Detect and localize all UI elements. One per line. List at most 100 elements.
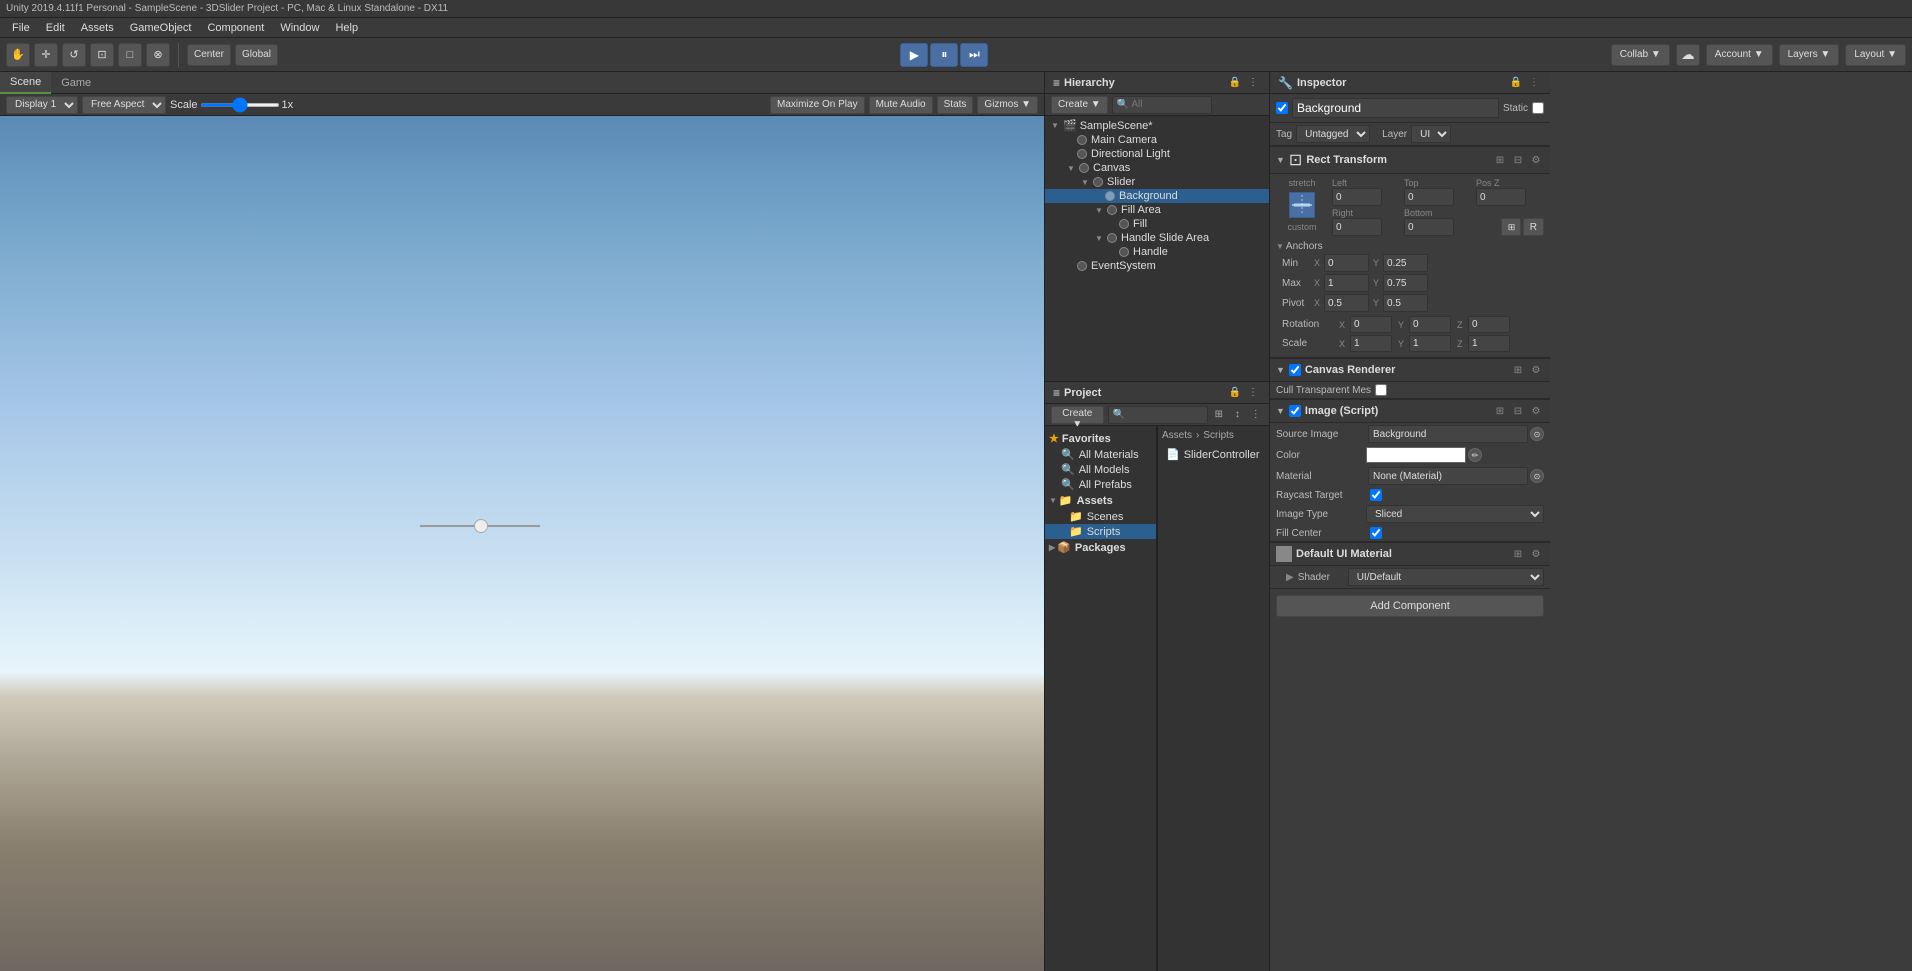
rot-z-input[interactable] bbox=[1468, 316, 1510, 333]
object-active-checkbox[interactable] bbox=[1276, 102, 1288, 114]
mat-copy[interactable]: ⊞ bbox=[1510, 546, 1526, 562]
tool-transform[interactable]: ⊗ bbox=[146, 43, 170, 67]
project-lock[interactable]: 🔒 bbox=[1227, 385, 1243, 401]
min-x-input[interactable] bbox=[1324, 254, 1369, 272]
image-script-active[interactable] bbox=[1289, 405, 1301, 417]
hierarchy-item-background[interactable]: Background bbox=[1045, 189, 1269, 203]
inspector-lock[interactable]: 🔒 bbox=[1508, 75, 1524, 91]
img-copy[interactable]: ⊞ bbox=[1492, 403, 1508, 419]
project-slider-controller[interactable]: 📄 SliderController bbox=[1162, 447, 1265, 462]
display-select[interactable]: Display 1 bbox=[6, 96, 78, 114]
menu-help[interactable]: Help bbox=[327, 18, 366, 38]
project-all-materials[interactable]: 🔍 All Materials bbox=[1045, 447, 1156, 462]
img-paste[interactable]: ⊟ bbox=[1510, 403, 1526, 419]
img-more[interactable]: ⚙ bbox=[1528, 403, 1544, 419]
layer-dropdown[interactable]: UI bbox=[1411, 125, 1451, 143]
pivot-y-input[interactable] bbox=[1383, 294, 1428, 312]
right-input[interactable] bbox=[1332, 218, 1382, 236]
project-sort[interactable]: ↕ bbox=[1230, 407, 1244, 423]
step-button[interactable]: ⏭ bbox=[960, 43, 988, 67]
gizmos-dropdown[interactable]: Gizmos ▼ bbox=[977, 96, 1038, 114]
scene-viewport[interactable] bbox=[0, 116, 1044, 971]
tab-game[interactable]: Game bbox=[51, 72, 101, 94]
cr-more[interactable]: ⚙ bbox=[1528, 362, 1544, 378]
hierarchy-search[interactable] bbox=[1112, 96, 1212, 114]
color-picker[interactable] bbox=[1366, 447, 1466, 463]
rt-copy[interactable]: ⊞ bbox=[1492, 152, 1508, 168]
top-input[interactable] bbox=[1404, 188, 1454, 206]
project-more2[interactable]: ⋮ bbox=[1249, 407, 1263, 423]
project-scripts[interactable]: 📁 Scripts bbox=[1045, 524, 1156, 539]
max-y-input[interactable] bbox=[1383, 274, 1428, 292]
add-component-button[interactable]: Add Component bbox=[1276, 595, 1544, 617]
menu-assets[interactable]: Assets bbox=[73, 18, 122, 38]
rot-x-input[interactable] bbox=[1350, 316, 1392, 333]
hierarchy-item-maincamera[interactable]: Main Camera bbox=[1045, 133, 1269, 147]
menu-gameobject[interactable]: GameObject bbox=[122, 18, 200, 38]
project-more[interactable]: ⋮ bbox=[1245, 385, 1261, 401]
r-button[interactable]: R bbox=[1523, 218, 1544, 236]
image-type-dropdown[interactable]: Sliced bbox=[1366, 505, 1544, 523]
project-all-models[interactable]: 🔍 All Models bbox=[1045, 462, 1156, 477]
hierarchy-more[interactable]: ⋮ bbox=[1245, 75, 1261, 91]
canvas-renderer-header[interactable]: ▼ Canvas Renderer ⊞ ⚙ bbox=[1270, 358, 1550, 382]
tag-dropdown[interactable]: Untagged bbox=[1296, 125, 1370, 143]
hierarchy-create[interactable]: Create ▼ bbox=[1051, 96, 1108, 114]
bottom-input[interactable] bbox=[1404, 218, 1454, 236]
object-name-input[interactable] bbox=[1292, 98, 1499, 118]
source-image-input[interactable] bbox=[1368, 425, 1528, 443]
hierarchy-scene[interactable]: ▼ 🎬 SampleScene* bbox=[1045, 118, 1269, 133]
scale-y-input[interactable] bbox=[1409, 335, 1451, 352]
hierarchy-item-slider[interactable]: ▼ Slider bbox=[1045, 175, 1269, 189]
hierarchy-item-fill[interactable]: Fill bbox=[1045, 217, 1269, 231]
layout-dropdown[interactable]: Layout ▼ bbox=[1845, 44, 1906, 66]
hierarchy-lock[interactable]: 🔒 bbox=[1227, 75, 1243, 91]
left-input[interactable] bbox=[1332, 188, 1382, 206]
cloud-button[interactable]: ☁ bbox=[1676, 44, 1700, 66]
fill-center-checkbox[interactable] bbox=[1370, 527, 1382, 539]
collab-button[interactable]: Collab ▼ bbox=[1611, 44, 1670, 66]
max-x-input[interactable] bbox=[1324, 274, 1369, 292]
scale-z-input[interactable] bbox=[1468, 335, 1510, 352]
menu-edit[interactable]: Edit bbox=[38, 18, 73, 38]
tool-move[interactable]: ✛ bbox=[34, 43, 58, 67]
pause-button[interactable]: ⏸ bbox=[930, 43, 958, 67]
tool-rotate[interactable]: ↺ bbox=[62, 43, 86, 67]
layers-dropdown[interactable]: Layers ▼ bbox=[1779, 44, 1840, 66]
slider-handle[interactable] bbox=[474, 519, 488, 533]
favorites-header[interactable]: ★ Favorites bbox=[1045, 430, 1156, 447]
project-create[interactable]: Create ▼ bbox=[1051, 406, 1104, 424]
rt-paste[interactable]: ⊟ bbox=[1510, 152, 1526, 168]
pivot-x-input[interactable] bbox=[1324, 294, 1369, 312]
anchor-icon[interactable] bbox=[1289, 192, 1315, 218]
scale-x-input[interactable] bbox=[1350, 335, 1392, 352]
account-dropdown[interactable]: Account ▼ bbox=[1706, 44, 1773, 66]
packages-header[interactable]: ▶ 📦 Packages bbox=[1045, 539, 1156, 556]
project-search[interactable] bbox=[1108, 406, 1208, 424]
hierarchy-item-canvas[interactable]: ▼ Canvas bbox=[1045, 161, 1269, 175]
mute-audio[interactable]: Mute Audio bbox=[869, 96, 933, 114]
menu-window[interactable]: Window bbox=[272, 18, 327, 38]
anchors-header[interactable]: ▼ Anchors bbox=[1276, 240, 1544, 253]
inspector-more[interactable]: ⋮ bbox=[1526, 75, 1542, 91]
hierarchy-item-handleslidearea[interactable]: ▼ Handle Slide Area bbox=[1045, 231, 1269, 245]
project-scenes[interactable]: 📁 Scenes bbox=[1045, 509, 1156, 524]
raycast-checkbox[interactable] bbox=[1370, 489, 1382, 501]
aspect-select[interactable]: Free Aspect bbox=[82, 96, 166, 114]
static-checkbox[interactable] bbox=[1532, 102, 1544, 114]
min-y-input[interactable] bbox=[1383, 254, 1428, 272]
default-material-header[interactable]: Default UI Material ⊞ ⚙ bbox=[1270, 542, 1550, 566]
stats-button[interactable]: Stats bbox=[937, 96, 974, 114]
tab-scene[interactable]: Scene bbox=[0, 72, 51, 94]
hierarchy-item-directionallight[interactable]: Directional Light bbox=[1045, 147, 1269, 161]
source-image-picker[interactable]: ⊙ bbox=[1530, 427, 1544, 441]
canvas-renderer-active[interactable] bbox=[1289, 364, 1301, 376]
color-edit[interactable]: ✏ bbox=[1468, 448, 1482, 462]
material-input[interactable] bbox=[1368, 467, 1528, 485]
mat-more[interactable]: ⚙ bbox=[1528, 546, 1544, 562]
center-button[interactable]: Center bbox=[187, 44, 231, 66]
image-script-header[interactable]: ▼ Image (Script) ⊞ ⊟ ⚙ bbox=[1270, 399, 1550, 423]
rt-more[interactable]: ⚙ bbox=[1528, 152, 1544, 168]
tool-rect[interactable]: □ bbox=[118, 43, 142, 67]
shader-dropdown[interactable]: UI/Default bbox=[1348, 568, 1544, 586]
